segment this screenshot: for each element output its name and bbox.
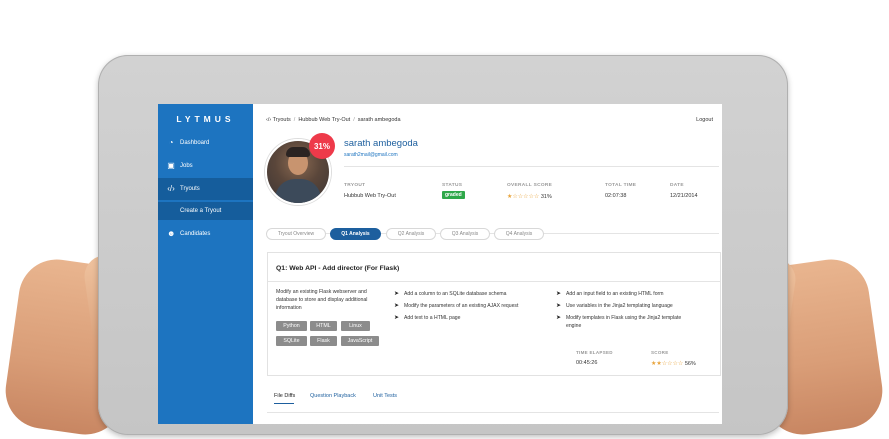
task-item: ➤ Use variables in the Jinja2 templating… xyxy=(556,303,673,309)
tab-q3-analysis[interactable]: Q3 Analysis xyxy=(440,228,490,240)
tab-q1-analysis[interactable]: Q1 Analysis xyxy=(330,228,381,240)
tag-javascript: JavaScript xyxy=(341,336,379,346)
users-icon: ☻ xyxy=(167,229,176,238)
task-item: ➤ Add a column to an SQLite database sch… xyxy=(394,291,507,297)
task-item: ➤ Add text to a HTML page xyxy=(394,315,461,321)
sidebar-item-candidates[interactable]: ☻ Candidates xyxy=(158,223,253,245)
candidate-name: sarath ambegoda xyxy=(344,138,418,149)
chevron-right-icon: ➤ xyxy=(394,291,400,297)
tag-sqlite: SQLite xyxy=(276,336,307,346)
task-item: ➤ Add an input field to an existing HTML… xyxy=(556,291,664,297)
tab-q4-analysis[interactable]: Q4 Analysis xyxy=(494,228,544,240)
overall-score: ★☆☆☆☆☆ 31% xyxy=(507,193,552,200)
task-item: ➤ Modify templates in Flask using the Ji… xyxy=(556,315,682,329)
time-elapsed-label: TIME ELAPSED xyxy=(576,350,613,355)
divider xyxy=(267,412,719,413)
time-elapsed-value: 00:45:26 xyxy=(576,360,598,366)
star-rating-icon: ★☆☆☆☆☆ xyxy=(507,194,540,200)
tryout-value: Hubbub Web Try-Out xyxy=(344,193,396,199)
logout-link[interactable]: Logout xyxy=(696,117,713,123)
question-description: Modify an existing Flask webserver and d… xyxy=(276,289,368,311)
breadcrumb: ‹/› Tryouts / Hubbub Web Try-Out / sarath am… xyxy=(266,117,401,123)
sidebar: LYTMUS ◔ Dashboard ▣ Jobs ‹/› Tryouts Cr… xyxy=(158,104,253,424)
active-tab-indicator xyxy=(274,403,294,404)
tab-q2-analysis[interactable]: Q2 Analysis xyxy=(386,228,436,240)
chevron-right-icon: ➤ xyxy=(556,303,562,309)
briefcase-icon: ▣ xyxy=(167,161,175,170)
date-value: 12/21/2014 xyxy=(670,193,698,199)
sidebar-item-label: Tryouts xyxy=(180,186,200,192)
star-rating-icon: ★★☆☆☆☆ xyxy=(651,361,684,367)
sidebar-item-create-tryout[interactable]: Create a Tryout xyxy=(158,202,253,220)
question-score-value: 56% xyxy=(684,361,696,367)
status-badge: graded xyxy=(442,191,465,199)
task-item: ➤ Modify the parameters of an existing A… xyxy=(394,303,519,309)
tag-linux: Linux xyxy=(341,321,370,331)
overall-score-value: 31% xyxy=(540,194,552,200)
divider xyxy=(268,281,720,282)
tag-html: HTML xyxy=(310,321,337,331)
breadcrumb-tryouts[interactable]: Tryouts xyxy=(273,117,291,123)
tab-file-diffs[interactable]: File Diffs xyxy=(274,393,295,399)
status-label: STATUS xyxy=(442,183,463,188)
app-screen: LYTMUS ◔ Dashboard ▣ Jobs ‹/› Tryouts Cr… xyxy=(158,104,722,424)
sidebar-item-tryouts[interactable]: ‹/› Tryouts xyxy=(158,178,253,200)
breadcrumb-tryout[interactable]: Hubbub Web Try-Out xyxy=(298,117,350,123)
code-icon: ‹/› xyxy=(266,117,272,123)
dashboard-icon: ◔ xyxy=(168,138,174,147)
date-label: DATE xyxy=(670,183,684,188)
question-panel: Q1: Web API - Add director (For Flask) M… xyxy=(267,252,721,376)
sidebar-item-jobs[interactable]: ▣ Jobs xyxy=(158,155,253,177)
tryout-label: TRYOUT xyxy=(344,183,366,188)
chevron-right-icon: ➤ xyxy=(556,291,562,297)
sidebar-item-label: Jobs xyxy=(180,163,193,169)
main-content: ‹/› Tryouts / Hubbub Web Try-Out / sarath am… xyxy=(253,104,722,424)
total-time-label: TOTAL TIME xyxy=(605,183,637,188)
chevron-right-icon: ➤ xyxy=(394,303,400,309)
question-score: ★★☆☆☆☆ 56% xyxy=(651,360,696,367)
chevron-right-icon: ➤ xyxy=(394,315,400,321)
breadcrumb-candidate: sarath ambegoda xyxy=(357,117,401,123)
divider xyxy=(344,166,719,167)
sidebar-item-dashboard[interactable]: ◔ Dashboard xyxy=(158,132,253,154)
code-icon: ‹/› xyxy=(167,184,175,193)
chevron-right-icon: ➤ xyxy=(556,315,562,321)
score-badge: 31% xyxy=(309,133,335,159)
tab-tryout-overview[interactable]: Tryout Overview xyxy=(266,228,326,240)
candidate-email[interactable]: sarath2mail@gmail.com xyxy=(344,152,398,158)
total-time-value: 02:07:38 xyxy=(605,193,627,199)
overall-score-label: OVERALL SCORE xyxy=(507,183,553,188)
tag-flask: Flask xyxy=(310,336,337,346)
question-score-label: SCORE xyxy=(651,350,669,355)
tag-python: Python xyxy=(276,321,307,331)
tab-question-playback[interactable]: Question Playback xyxy=(310,393,356,399)
tab-unit-tests[interactable]: Unit Tests xyxy=(373,393,397,399)
sidebar-item-label: Dashboard xyxy=(180,140,210,146)
question-title: Q1: Web API - Add director (For Flask) xyxy=(276,265,400,272)
sidebar-item-label: Candidates xyxy=(180,231,211,237)
brand-logo: LYTMUS xyxy=(176,114,235,124)
sidebar-item-label: Create a Tryout xyxy=(180,208,222,214)
